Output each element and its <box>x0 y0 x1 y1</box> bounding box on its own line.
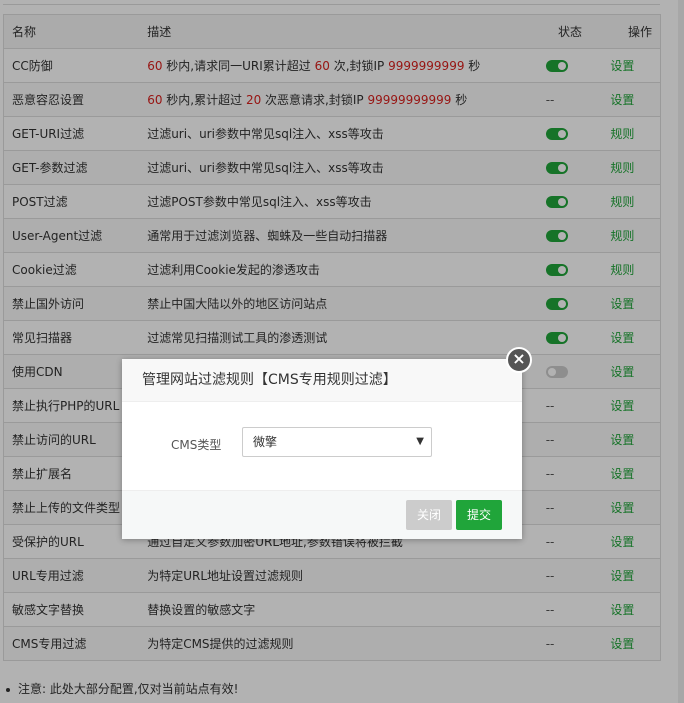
cms-type-select[interactable]: 微擎 ▼ <box>242 427 432 457</box>
cms-type-label: CMS类型 <box>171 438 222 452</box>
close-icon[interactable]: × <box>506 347 532 373</box>
cms-type-value: 微擎 <box>253 435 278 449</box>
waf-settings-page: 名称 描述 状态 操作 CC防御 60 秒内,请求同一URI累计超过 60 次,封… <box>0 0 684 703</box>
close-button[interactable]: 关闭 <box>405 500 452 530</box>
dialog-title: 管理网站过滤规则【CMS专用规则过滤】 <box>122 359 522 402</box>
cms-filter-dialog: 管理网站过滤规则【CMS专用规则过滤】 CMS类型 微擎 ▼ 关闭 提交 <box>122 359 522 539</box>
dialog-footer: 关闭 提交 <box>122 490 522 539</box>
modal-overlay <box>0 0 684 703</box>
chevron-down-icon: ▼ <box>416 436 424 447</box>
submit-button[interactable]: 提交 <box>455 500 502 530</box>
dialog-body: CMS类型 微擎 ▼ <box>122 402 522 490</box>
